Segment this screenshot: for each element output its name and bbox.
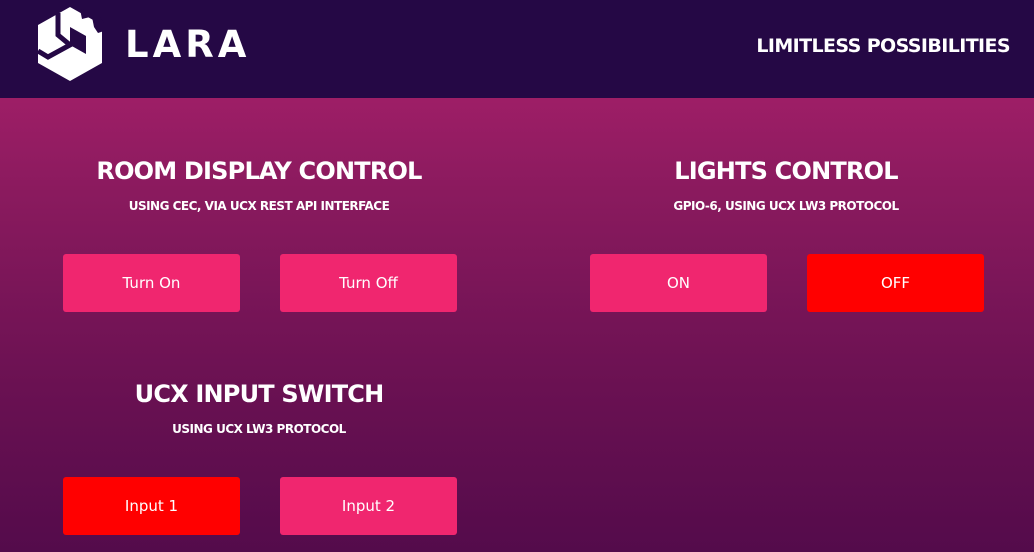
room-display-section: ROOM DISPLAY CONTROL USING CEC, VIA UCX … bbox=[62, 156, 456, 214]
lights-title: LIGHTS CONTROL bbox=[674, 157, 898, 185]
input-2-button[interactable]: Input 2 bbox=[280, 477, 457, 535]
display-turn-on-button[interactable]: Turn On bbox=[63, 254, 240, 312]
lights-off-button[interactable]: OFF bbox=[807, 254, 984, 312]
input-switch-section: UCX INPUT SWITCH USING UCX LW3 PROTOCOL bbox=[62, 379, 456, 437]
header-bar: LARA LIMITLESS POSSIBILITIES bbox=[0, 0, 1034, 98]
room-display-title: ROOM DISPLAY CONTROL bbox=[96, 157, 422, 185]
lara-cube-logo-icon bbox=[36, 7, 104, 81]
input-switch-subtitle: USING UCX LW3 PROTOCOL bbox=[172, 422, 346, 436]
display-turn-off-button[interactable]: Turn Off bbox=[280, 254, 457, 312]
room-display-subtitle: USING CEC, VIA UCX REST API INTERFACE bbox=[128, 199, 390, 213]
input-switch-title: UCX INPUT SWITCH bbox=[134, 380, 385, 408]
input-1-button[interactable]: Input 1 bbox=[63, 477, 240, 535]
tagline: LIMITLESS POSSIBILITIES bbox=[756, 35, 1010, 57]
brand-name: LARA bbox=[125, 23, 251, 66]
lights-section: LIGHTS CONTROL GPIO-6, USING UCX LW3 PRO… bbox=[589, 156, 983, 214]
lights-subtitle: GPIO-6, USING UCX LW3 PROTOCOL bbox=[673, 199, 899, 213]
lights-on-button[interactable]: ON bbox=[590, 254, 767, 312]
